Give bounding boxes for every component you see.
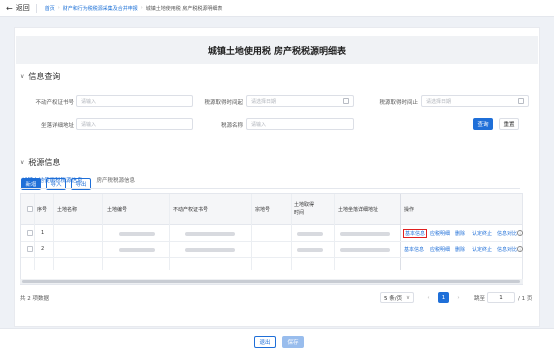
col-land-name: 土地名称 xyxy=(57,207,78,213)
row-divider xyxy=(21,257,522,258)
start-date-label: 税源取得时间起 xyxy=(204,100,243,106)
row-checkbox[interactable] xyxy=(27,230,33,236)
col-actions: 操作 xyxy=(404,207,415,213)
tab-divider xyxy=(20,188,520,189)
section-source-title: 税源信息 xyxy=(28,158,61,167)
column-divider xyxy=(102,194,103,270)
divider xyxy=(35,3,37,13)
breadcrumb: 首页 › 财产和行为税税源采集及合并申报 › 城镇土地使用税 房产税税源明细表 xyxy=(45,5,223,12)
breadcrumb-current: 城镇土地使用税 房产税税源明细表 xyxy=(145,5,223,12)
row-divider xyxy=(21,241,522,242)
redacted-address xyxy=(340,232,390,236)
column-divider xyxy=(169,194,170,270)
arrow-left-icon: ← xyxy=(6,3,13,13)
total-count: 共 2 项数据 xyxy=(20,296,49,302)
basic-info-link[interactable]: 基本信息 xyxy=(404,246,424,253)
address-label: 坐落详细地址 xyxy=(40,123,74,129)
column-divider xyxy=(53,194,54,270)
end-date-picker[interactable]: 请选择日期 xyxy=(421,95,529,107)
breadcrumb-separator-icon: › xyxy=(140,5,143,11)
info-icon[interactable]: i xyxy=(517,230,523,236)
section-query-title: 信息查询 xyxy=(28,72,61,81)
compare-link[interactable]: 信息对比 xyxy=(497,230,517,237)
horizontal-scrollbar[interactable] xyxy=(20,279,523,284)
calendar-icon xyxy=(518,98,524,104)
redacted-acquire-time xyxy=(297,248,323,252)
page-1-button[interactable]: 1 xyxy=(438,292,449,303)
col-parcel-no: 宗地号 xyxy=(255,207,271,213)
row-index: 2 xyxy=(41,246,45,252)
chevron-down-icon: ∨ xyxy=(20,159,25,166)
jump-page-input[interactable]: 1 xyxy=(487,292,515,303)
exit-button[interactable]: 退出 xyxy=(254,336,276,348)
redacted-land-code xyxy=(119,248,155,252)
column-divider xyxy=(291,194,292,270)
taxable-detail-link[interactable]: 应税明细 xyxy=(430,230,450,237)
address-input[interactable]: 请输入 xyxy=(76,118,193,130)
next-page-icon[interactable]: › xyxy=(453,292,464,303)
row-index: 1 xyxy=(41,230,45,236)
breadcrumb-home[interactable]: 首页 xyxy=(45,5,55,12)
column-divider xyxy=(251,194,252,270)
breadcrumb-separator-icon: › xyxy=(57,5,60,11)
cert-label: 不动产权证书号 xyxy=(35,100,74,106)
end-date-label: 税源取得时间止 xyxy=(379,100,418,106)
footer-bar: 退出 保存 xyxy=(0,328,554,353)
terminate-link[interactable]: 认定终止 xyxy=(472,230,492,237)
table-header: 序号 土地名称 土地编号 不动产权证书号 宗地号 土地取得时间 土地坐落详细地址… xyxy=(21,194,522,225)
save-button[interactable]: 保存 xyxy=(282,336,304,348)
breadcrumb-tax-collection[interactable]: 财产和行为税税源采集及合并申报 xyxy=(63,5,138,12)
reset-button[interactable]: 重置 xyxy=(499,118,519,130)
page-size-select[interactable]: 5 条/页 ∨ xyxy=(380,292,414,303)
column-divider xyxy=(400,194,401,270)
page-title: 城镇土地使用税 房产税税源明细表 xyxy=(16,36,538,64)
cert-input[interactable]: 请输入 xyxy=(76,95,193,107)
start-date-picker[interactable]: 请选择日期 xyxy=(246,95,354,107)
column-divider xyxy=(334,194,335,270)
compare-link[interactable]: 信息对比 xyxy=(497,246,517,253)
col-land-code: 土地编号 xyxy=(107,207,128,213)
redacted-land-code xyxy=(119,232,155,236)
redacted-cert-no xyxy=(185,248,235,252)
select-all-checkbox[interactable] xyxy=(27,206,33,212)
chevron-down-icon: ∨ xyxy=(405,294,410,301)
section-query[interactable]: ∨ 信息查询 xyxy=(20,71,60,82)
redacted-acquire-time xyxy=(297,232,323,236)
query-button[interactable]: 查询 xyxy=(473,118,493,130)
redacted-cert-no xyxy=(185,232,235,236)
jump-label: 跳至 xyxy=(474,296,486,302)
prev-page-icon[interactable]: ‹ xyxy=(423,292,434,303)
taxable-detail-link[interactable]: 应税明细 xyxy=(430,246,450,253)
col-address: 土地坐落详细地址 xyxy=(338,207,379,213)
column-divider xyxy=(34,194,35,270)
scrollbar-thumb[interactable] xyxy=(22,280,520,283)
col-cert-no: 不动产权证书号 xyxy=(173,207,209,213)
section-source[interactable]: ∨ 税源信息 xyxy=(20,157,60,168)
calendar-icon xyxy=(343,98,349,104)
col-acquire-time: 土地取得时间 xyxy=(294,202,315,216)
chevron-down-icon: ∨ xyxy=(20,73,25,80)
row-checkbox[interactable] xyxy=(27,246,33,252)
basic-info-link[interactable]: 基本信息 xyxy=(403,229,428,238)
back-button[interactable]: ← 返回 xyxy=(6,3,30,13)
redacted-address xyxy=(340,248,390,252)
back-label: 返回 xyxy=(15,4,30,12)
tax-source-input[interactable]: 请输入 xyxy=(246,118,354,130)
tax-source-label: 税源名称 xyxy=(220,123,243,129)
source-table: 序号 土地名称 土地编号 不动产权证书号 宗地号 土地取得时间 土地坐落详细地址… xyxy=(20,193,523,285)
delete-link[interactable]: 删除 xyxy=(455,230,465,237)
terminate-link[interactable]: 认定终止 xyxy=(472,246,492,253)
info-icon[interactable]: i xyxy=(517,246,523,252)
delete-link[interactable]: 删除 xyxy=(455,246,465,253)
top-bar: ← 返回 首页 › 财产和行为税税源采集及合并申报 › 城镇土地使用税 房产税税… xyxy=(0,0,554,17)
page-count: / 1 页 xyxy=(518,296,533,302)
col-index: 序号 xyxy=(37,207,48,213)
